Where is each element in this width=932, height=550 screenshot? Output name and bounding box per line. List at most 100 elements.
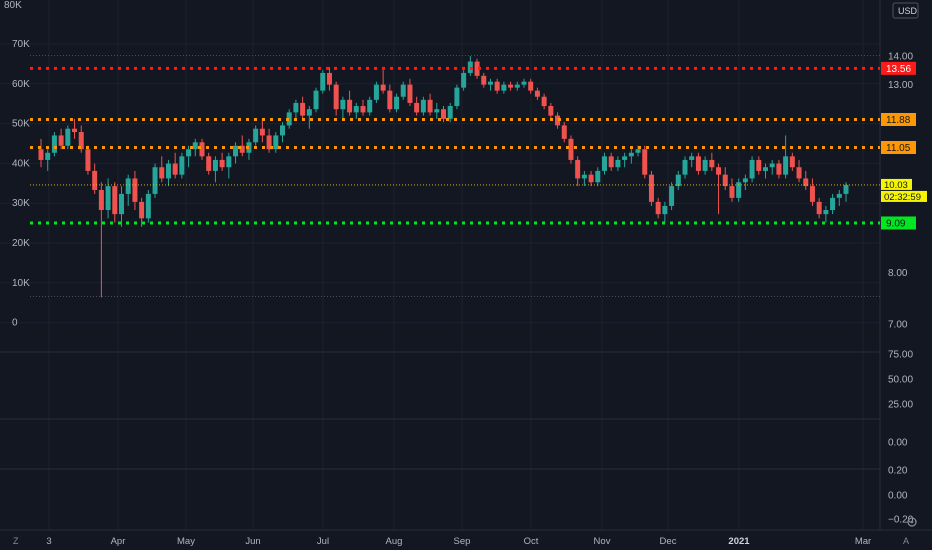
price-axis-tick: 7.00 bbox=[888, 320, 908, 331]
candle-body bbox=[441, 109, 446, 119]
candle-body bbox=[172, 163, 178, 175]
currency-button[interactable]: USD bbox=[892, 2, 919, 19]
candle-body bbox=[575, 159, 581, 179]
time-axis-label: Jul bbox=[317, 536, 329, 547]
volume-axis-top-label: 80K bbox=[4, 0, 22, 11]
candle-body bbox=[420, 99, 426, 113]
timezone-toggle-icon[interactable]: Z bbox=[13, 536, 19, 546]
candle-body bbox=[85, 149, 91, 171]
candle-body bbox=[226, 156, 232, 168]
candle-body bbox=[749, 159, 755, 179]
volume-axis-tick: 30K bbox=[12, 198, 30, 209]
candle-body bbox=[648, 174, 654, 202]
candle-body bbox=[830, 197, 836, 211]
candle-body bbox=[635, 149, 641, 153]
currency-label: USD bbox=[898, 6, 918, 16]
candle-body bbox=[729, 186, 735, 198]
candle-body bbox=[823, 210, 829, 215]
candle-body bbox=[407, 84, 413, 103]
price-axis-tick: 14.00 bbox=[888, 52, 913, 63]
level-price-tag: 9.09 bbox=[881, 216, 916, 230]
chart-root: 70K 60K 50K 40K 30K 20K 10K 0 80K 14.00 13.00 8.0… bbox=[0, 0, 932, 550]
candle-body bbox=[105, 186, 111, 211]
candle-body bbox=[293, 102, 299, 113]
candle-body bbox=[139, 201, 145, 219]
candle-body bbox=[300, 102, 306, 116]
candle-body bbox=[273, 135, 279, 150]
candle-body bbox=[534, 90, 540, 97]
candle-body bbox=[709, 159, 715, 168]
time-axis-label: Jun bbox=[245, 536, 260, 547]
candle-body bbox=[92, 170, 98, 190]
candle-body bbox=[588, 174, 594, 183]
candle-body bbox=[165, 163, 171, 179]
volume-axis-tick: 0 bbox=[12, 318, 18, 329]
candle-body bbox=[756, 159, 762, 171]
candle-body bbox=[219, 159, 225, 168]
time-axis-label: Mar bbox=[855, 536, 871, 547]
candle-body bbox=[682, 159, 688, 175]
candle-body bbox=[98, 189, 104, 211]
candle-body bbox=[51, 135, 57, 153]
time-axis-label: Nov bbox=[594, 536, 611, 547]
candle-body bbox=[776, 163, 782, 175]
candle-body bbox=[642, 149, 648, 175]
candle-body bbox=[38, 149, 44, 160]
candle-body bbox=[655, 201, 661, 215]
candle-body bbox=[487, 81, 493, 85]
candle-body bbox=[159, 167, 165, 179]
candle-body bbox=[809, 186, 815, 202]
candle-body bbox=[414, 102, 420, 113]
candle-body bbox=[320, 72, 326, 91]
candle-body bbox=[548, 106, 554, 116]
candle-body bbox=[816, 201, 822, 215]
candle-body bbox=[360, 106, 366, 113]
time-axis-label: Sep bbox=[454, 536, 471, 547]
time-axis-label: Dec bbox=[660, 536, 677, 547]
candle-body bbox=[716, 167, 722, 175]
indicator-axis-tick: 75.00 bbox=[888, 350, 913, 361]
candle-body bbox=[333, 84, 339, 110]
indicator-axis-tick: 0.00 bbox=[888, 438, 908, 449]
candle-body bbox=[702, 159, 708, 171]
candle-body bbox=[340, 99, 346, 110]
indicator-axis-tick: 0.00 bbox=[888, 491, 908, 502]
candle-body bbox=[628, 152, 634, 157]
candle-body bbox=[125, 178, 131, 194]
time-axis-label: May bbox=[177, 536, 195, 547]
candle-body bbox=[675, 174, 681, 187]
candle-body bbox=[192, 142, 198, 150]
candle-body bbox=[394, 96, 400, 110]
level-price-tag: 11.88 bbox=[881, 112, 916, 126]
candle-body bbox=[508, 84, 514, 88]
candle-body bbox=[326, 72, 332, 85]
time-axis-label: Oct bbox=[524, 536, 539, 547]
indicator-axis-tick: −0.20 bbox=[888, 515, 914, 526]
candle-body bbox=[58, 135, 64, 146]
candle-body bbox=[501, 84, 507, 91]
auto-scale-toggle-icon[interactable]: A bbox=[903, 536, 909, 546]
volume-axis-tick: 70K bbox=[12, 39, 30, 50]
price-axis-tick: 13.00 bbox=[888, 80, 913, 91]
candle-body bbox=[695, 156, 701, 171]
level-price-tag: 13.56 bbox=[881, 61, 916, 75]
candle-body bbox=[367, 99, 373, 113]
candle-body bbox=[112, 186, 118, 215]
countdown-timer: 02:32:59 bbox=[884, 192, 921, 203]
indicator-axis-tick: 50.00 bbox=[888, 375, 913, 386]
candle-body bbox=[521, 81, 527, 85]
level-price-tag: 11.05 bbox=[881, 140, 916, 154]
candle-body bbox=[742, 178, 748, 183]
time-axis-label: 3 bbox=[46, 536, 51, 547]
candle-body bbox=[602, 156, 607, 171]
indicator-axis-tick: 25.00 bbox=[888, 400, 913, 411]
candle-body bbox=[400, 84, 406, 97]
time-axis-label: 2021 bbox=[728, 536, 750, 547]
candle-body bbox=[796, 167, 802, 179]
volume-axis-tick: 20K bbox=[12, 238, 30, 249]
candle-body bbox=[541, 96, 547, 107]
price-axis-tick: 8.00 bbox=[888, 268, 908, 279]
candle-body bbox=[353, 106, 359, 113]
volume-axis-tick: 10K bbox=[12, 278, 30, 289]
candle-body bbox=[65, 128, 71, 146]
